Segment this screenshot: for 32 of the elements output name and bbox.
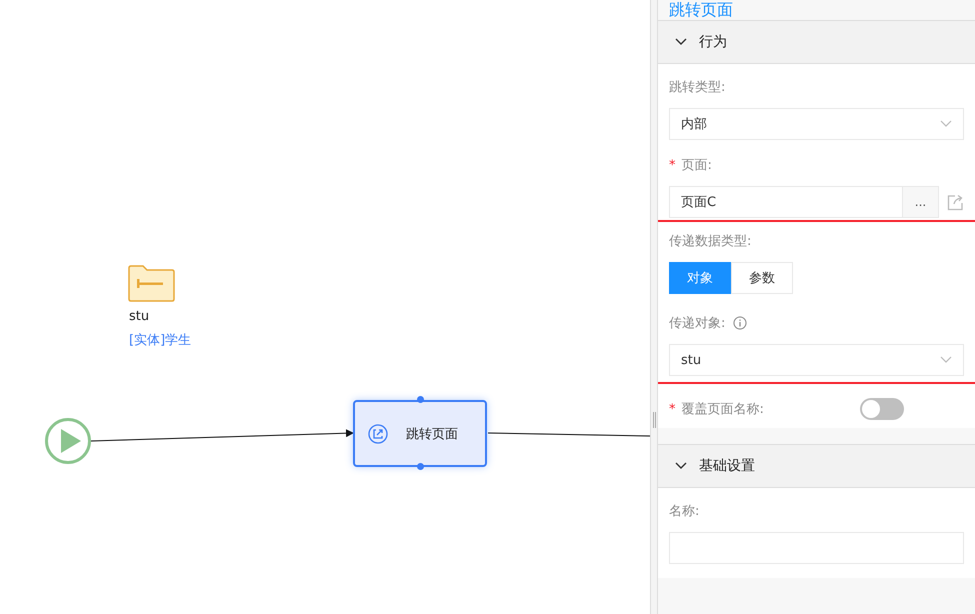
- resize-handle[interactable]: [653, 412, 656, 428]
- select-field[interactable]: stu: [669, 344, 964, 376]
- link-out-icon: [368, 424, 388, 444]
- field-label: 覆盖页面名称:: [682, 401, 764, 418]
- chevron-icon: [940, 120, 952, 128]
- field-label: 名称:: [669, 503, 700, 520]
- page-field[interactable]: 页面C: [669, 186, 903, 218]
- folder-icon[interactable]: [128, 265, 175, 302]
- required-asterisk: *: [669, 402, 676, 416]
- connection-handle[interactable]: [417, 463, 424, 470]
- section-header[interactable]: 行为: [658, 20, 975, 64]
- toggle-switch[interactable]: [860, 398, 904, 420]
- entity-name: stu: [129, 309, 150, 324]
- select-field[interactable]: 内部: [669, 108, 964, 140]
- segment-tab[interactable]: 参数: [731, 262, 793, 294]
- browse-button[interactable]: ...: [902, 186, 939, 218]
- chevron-icon: [940, 356, 952, 364]
- field-label: 传递对象:: [669, 315, 726, 332]
- required-asterisk: *: [669, 158, 676, 172]
- section-header[interactable]: 基础设置: [658, 444, 975, 488]
- info-icon[interactable]: [733, 316, 748, 330]
- external-link-icon[interactable]: [947, 194, 964, 210]
- field-label: 跳转类型:: [669, 79, 726, 96]
- chevron-icon: [675, 38, 687, 46]
- connection-handle[interactable]: [417, 396, 424, 403]
- page-jump-node[interactable]: 跳转页面: [353, 400, 487, 467]
- start-node[interactable]: [45, 418, 91, 464]
- entity-type: [实体]学生: [129, 332, 192, 349]
- field-label: 传递数据类型:: [669, 233, 752, 250]
- panel-title: 跳转页面: [668, 0, 734, 20]
- chevron-icon: [675, 462, 687, 470]
- field-label: 页面:: [682, 157, 712, 174]
